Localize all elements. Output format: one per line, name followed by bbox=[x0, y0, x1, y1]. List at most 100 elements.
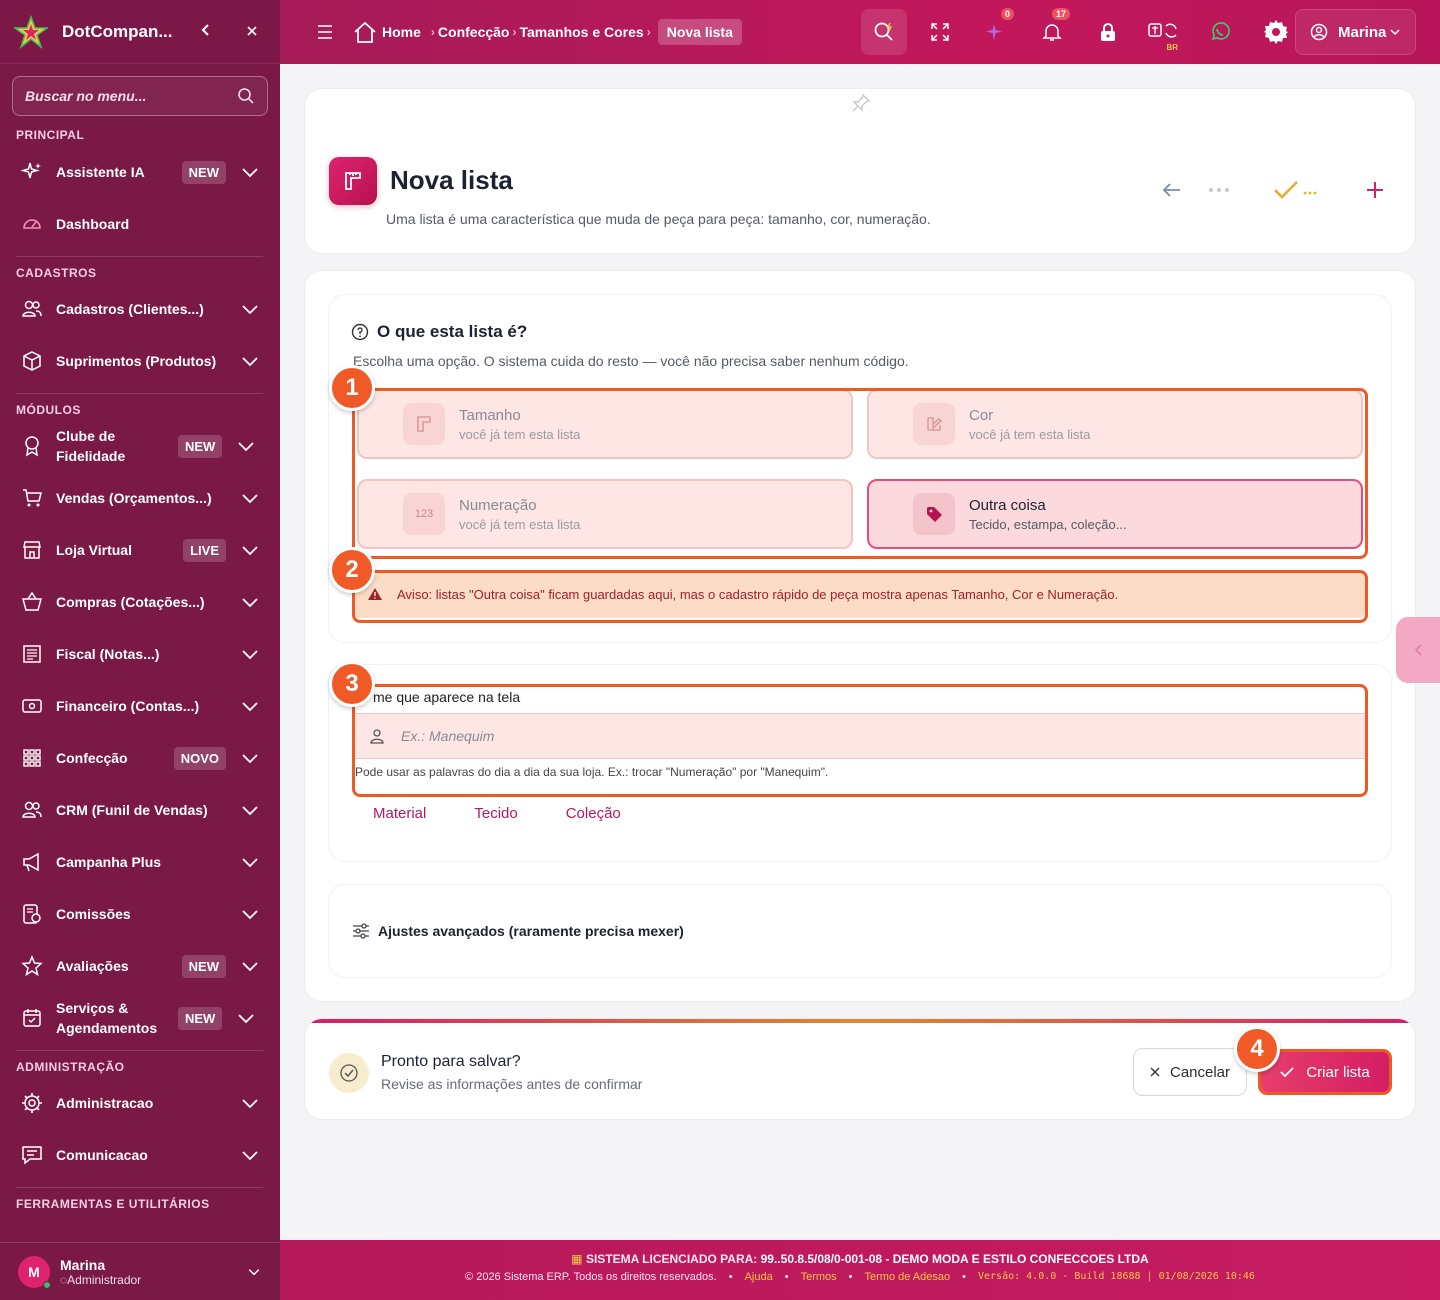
cart-icon bbox=[20, 486, 44, 510]
collapse-sidebar-icon[interactable] bbox=[192, 21, 220, 42]
cash-icon bbox=[20, 694, 44, 718]
language-code: BR bbox=[1166, 43, 1178, 52]
more-dots-icon[interactable] bbox=[1207, 186, 1231, 194]
separator-dot: • bbox=[962, 1271, 966, 1283]
annotation-marker-3: 3 bbox=[329, 661, 375, 707]
advanced-settings-toggle[interactable]: Ajustes avançados (raramente precisa mex… bbox=[329, 885, 1391, 977]
cancel-label: Cancelar bbox=[1169, 1063, 1231, 1081]
sidebar-header: DotCompan... bbox=[0, 0, 280, 64]
breadcrumb-home[interactable]: Home bbox=[382, 24, 421, 40]
sidebar-item-comunicacao[interactable]: Comunicacao bbox=[0, 1129, 280, 1181]
page-header-card: Nova lista Uma lista é uma característic… bbox=[304, 88, 1416, 254]
whatsapp-button[interactable] bbox=[1192, 0, 1248, 64]
sidebar-item-label: Avaliações bbox=[56, 958, 129, 974]
sidebar-item-campanha-plus[interactable]: Campanha Plus bbox=[0, 836, 280, 888]
pin-icon[interactable] bbox=[851, 93, 871, 113]
language-button[interactable]: BR bbox=[1136, 0, 1192, 64]
page-footer: ▦ SISTEMA LICENCIADO PARA: 99..50.8.5/08… bbox=[280, 1240, 1440, 1300]
new-badge: NEW bbox=[178, 434, 223, 458]
notifications-button[interactable]: 17 bbox=[1024, 0, 1080, 64]
sidebar-item-dashboard[interactable]: Dashboard bbox=[0, 198, 280, 250]
sidebar-item-cadastros[interactable]: Cadastros (Clientes...) bbox=[0, 283, 280, 335]
chevron-down-icon bbox=[242, 806, 258, 816]
star-icon bbox=[20, 954, 44, 978]
new-badge: NEW bbox=[181, 160, 226, 184]
sidebar-item-suprimentos[interactable]: Suprimentos (Produtos) bbox=[0, 335, 280, 387]
sidebar-item-clube-fidelidade[interactable]: Clube de Fidelidade NEW bbox=[0, 420, 280, 472]
plus-icon[interactable] bbox=[1365, 180, 1385, 200]
sidebar-user-name: Marina bbox=[60, 1256, 106, 1273]
suggestion-tecido[interactable]: Tecido bbox=[474, 805, 517, 822]
version-info: Versão: 4.0.0 - Build 18688 | 01/08/2026… bbox=[977, 1271, 1255, 1282]
check-save-icon[interactable] bbox=[1273, 179, 1319, 201]
sidebar-item-comissoes[interactable]: Comissões bbox=[0, 888, 280, 940]
brand-name: DotCompan... bbox=[62, 21, 173, 41]
sidebar-item-loja-virtual[interactable]: Loja Virtual LIVE bbox=[0, 524, 280, 576]
basket-icon bbox=[20, 590, 44, 614]
sidebar-item-assistente-ia[interactable]: Assistente IA NEW bbox=[0, 146, 280, 198]
separator-dot: • bbox=[784, 1271, 789, 1283]
create-list-button[interactable]: Criar lista bbox=[1261, 1052, 1389, 1092]
advanced-settings-label: Ajustes avançados (raramente precisa mex… bbox=[378, 923, 684, 939]
breadcrumb-separator: › bbox=[646, 25, 651, 39]
expand-icon bbox=[931, 23, 949, 41]
chevron-down-icon bbox=[1390, 29, 1400, 36]
menu-icon[interactable] bbox=[316, 24, 336, 40]
sidebar-item-crm[interactable]: CRM (Funil de Vendas) bbox=[0, 784, 280, 836]
chevron-down-icon bbox=[242, 650, 258, 660]
translate-icon bbox=[1148, 23, 1177, 38]
breadcrumb-tamanhos-cores[interactable]: Tamanhos e Cores bbox=[519, 24, 643, 40]
ruler-icon bbox=[329, 157, 377, 205]
user-menu-button[interactable]: Marina bbox=[1295, 9, 1416, 55]
sidebar-item-label: Campanha Plus bbox=[56, 854, 162, 870]
global-search-button[interactable] bbox=[861, 9, 907, 55]
lock-button[interactable] bbox=[1080, 0, 1136, 64]
suggestion-chips: Material Tecido Coleção bbox=[373, 805, 669, 822]
suggestion-colecao[interactable]: Coleção bbox=[566, 805, 621, 822]
fullscreen-button[interactable] bbox=[912, 0, 968, 64]
sidebar-item-label: Cadastros (Clientes...) bbox=[56, 301, 204, 317]
avatar-initial: M bbox=[28, 1263, 40, 1280]
ai-button[interactable]: 0 bbox=[968, 0, 1024, 64]
sidebar-item-administracao[interactable]: Administracao bbox=[0, 1077, 280, 1129]
side-panel-toggle[interactable] bbox=[1396, 617, 1440, 683]
chevron-down-icon bbox=[242, 962, 258, 972]
save-title: Pronto para salvar? bbox=[381, 1053, 521, 1070]
home-icon[interactable] bbox=[352, 20, 378, 44]
check-circle-icon bbox=[329, 1053, 369, 1093]
sidebar-item-label: Loja Virtual bbox=[56, 542, 132, 558]
sidebar-user[interactable]: M Marina ◌Administrador bbox=[0, 1242, 280, 1300]
help-circle-icon bbox=[351, 323, 369, 341]
sidebar-item-confeccao[interactable]: Confecção NOVO bbox=[0, 732, 280, 784]
breadcrumb-confeccao[interactable]: Confecção bbox=[438, 24, 510, 40]
suggestion-material[interactable]: Material bbox=[373, 805, 426, 822]
section-principal: PRINCIPAL bbox=[16, 128, 85, 142]
sidebar-item-vendas[interactable]: Vendas (Orçamentos...) bbox=[0, 472, 280, 524]
sidebar-item-compras[interactable]: Compras (Cotações...) bbox=[0, 576, 280, 628]
footer-link-termo-adesao[interactable]: Termo de Adesao bbox=[865, 1271, 951, 1283]
divider bbox=[16, 393, 263, 394]
footer-link-termos[interactable]: Termos bbox=[801, 1271, 837, 1283]
menu-search-input[interactable]: Buscar no menu... bbox=[12, 76, 268, 116]
chevron-down-icon bbox=[238, 442, 254, 452]
separator-dot: • bbox=[848, 1271, 853, 1283]
arrow-left-icon[interactable] bbox=[1161, 179, 1183, 201]
sidebar-item-label: CRM (Funil de Vendas) bbox=[56, 802, 208, 818]
sidebar-item-label: Clube de Fidelidade bbox=[56, 428, 126, 464]
sidebar-item-servicos[interactable]: Serviços & Agendamentos NEW bbox=[0, 992, 280, 1044]
menu-search-placeholder: Buscar no menu... bbox=[25, 88, 147, 104]
chevron-down-icon bbox=[242, 1151, 258, 1161]
advanced-settings-row: Ajustes avançados (raramente precisa mex… bbox=[352, 923, 684, 939]
breadcrumb: Home › Confecção › Tamanhos e Cores › No… bbox=[352, 19, 742, 45]
cancel-button[interactable]: Cancelar bbox=[1133, 1048, 1247, 1096]
close-icon[interactable] bbox=[238, 21, 266, 42]
sidebar-item-avaliacoes[interactable]: Avaliações NEW bbox=[0, 940, 280, 992]
check-icon bbox=[1280, 1067, 1294, 1078]
chevron-down-icon bbox=[238, 1014, 254, 1024]
chevron-down-icon bbox=[242, 910, 258, 920]
sidebar-item-fiscal[interactable]: Fiscal (Notas...) bbox=[0, 628, 280, 680]
chevron-down-icon bbox=[242, 494, 258, 504]
sidebar-user-info: Marina ◌Administrador bbox=[60, 1257, 246, 1287]
footer-link-ajuda[interactable]: Ajuda bbox=[745, 1271, 773, 1283]
sidebar-item-financeiro[interactable]: Financeiro (Contas...) bbox=[0, 680, 280, 732]
